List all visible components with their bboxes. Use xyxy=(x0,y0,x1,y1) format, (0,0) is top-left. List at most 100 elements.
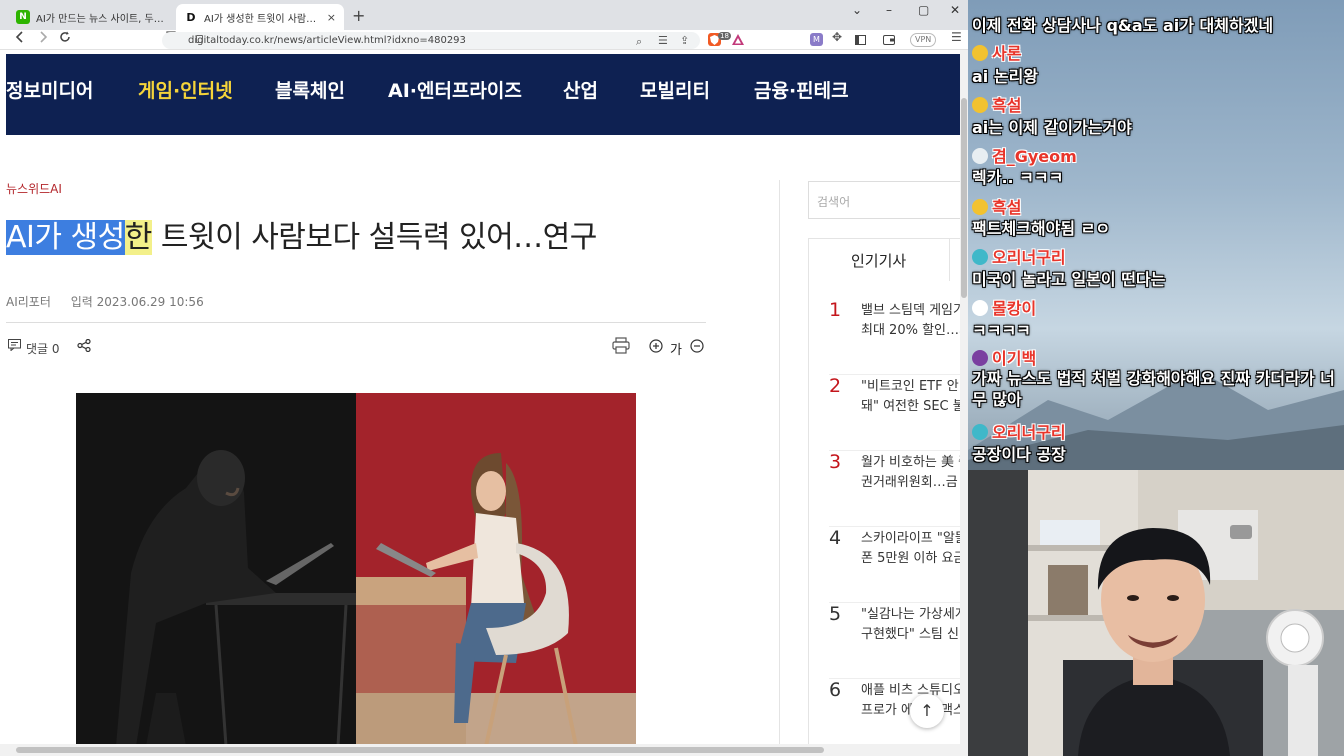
headline-highlighted-text: 한 xyxy=(124,220,152,255)
zoom-icon[interactable]: ⌕ xyxy=(636,33,642,50)
chat-avatar-icon xyxy=(972,300,988,316)
naver-favicon-icon: N xyxy=(16,10,30,24)
popular-item-title: "실감나는 가상세계 구현했다" 스팀 신 xyxy=(861,607,967,642)
nav-item-finance-fintech[interactable]: 금융·핀테크 xyxy=(754,76,849,103)
popular-item-title: 밸브 스팀덱 게임기 최대 20% 할인…가 xyxy=(861,303,968,338)
forward-icon[interactable] xyxy=(37,31,49,47)
divider xyxy=(6,322,706,323)
scroll-to-top-button[interactable]: ↑ xyxy=(910,694,944,728)
maximize-button[interactable]: ▢ xyxy=(918,3,929,17)
article-category[interactable]: 뉴스위드AI xyxy=(6,180,62,197)
share-icon[interactable]: ⇪ xyxy=(680,32,689,49)
rank-number: 1 xyxy=(829,299,842,321)
column-divider xyxy=(779,180,780,746)
chat-avatar-icon xyxy=(972,148,988,164)
chat-avatar-icon xyxy=(972,424,988,440)
popular-item[interactable]: 3 월가 비호하는 美 증 권거래위원회…금 xyxy=(809,451,968,527)
site-navigation: 정보미디어 게임·인터넷 블록체인 AI·엔터프라이즈 산업 모빌리티 금융·핀… xyxy=(6,54,960,135)
chat-avatar-icon xyxy=(972,350,988,366)
chat-username: 이기백 xyxy=(972,345,1036,369)
reporter-name[interactable]: AI리포터 xyxy=(6,295,51,309)
popular-item[interactable]: 4 스카이라이프 "알뜰 폰 5만원 이하 요금 xyxy=(809,527,968,603)
close-tab-icon[interactable]: × xyxy=(327,11,336,24)
chat-avatar-icon xyxy=(972,249,988,265)
vpn-label: VPN xyxy=(915,35,932,44)
popular-item[interactable]: 2 "비트코인 ETF 안 돼" 여전한 SEC 불 xyxy=(809,375,968,451)
vertical-scrollbar[interactable] xyxy=(960,50,968,756)
nav-item-info-media[interactable]: 정보미디어 xyxy=(6,76,93,103)
scrollbar-thumb[interactable] xyxy=(16,747,824,753)
comment-icon[interactable] xyxy=(8,339,21,354)
search-input[interactable]: 검색어 xyxy=(808,181,968,219)
new-tab-button[interactable]: + xyxy=(352,6,365,25)
address-bar[interactable]: digitaltoday.co.kr/news/articleView.html… xyxy=(162,32,700,49)
article-headline: AI가 생성한 트윗이 사람보다 설득력 있어…연구 xyxy=(6,212,597,256)
chat-username: 몰캉이 xyxy=(972,295,1036,319)
rank-number: 5 xyxy=(829,603,842,625)
menu-icon[interactable]: ☰ xyxy=(951,30,962,44)
rank-number: 3 xyxy=(829,451,842,473)
vpn-button[interactable]: VPN xyxy=(910,33,937,47)
back-icon[interactable] xyxy=(14,31,26,47)
popular-item[interactable]: 1 밸브 스팀덱 게임기 최대 20% 할인…가 xyxy=(809,299,968,375)
popular-item-title: 스카이라이프 "알뜰 폰 5만원 이하 요금 xyxy=(861,531,967,566)
nav-item-mobility[interactable]: 모빌리티 xyxy=(640,76,710,103)
article-tools: 댓글 0 가 xyxy=(6,337,706,358)
popular-title[interactable]: 인기기사 xyxy=(851,250,906,271)
horizontal-scrollbar[interactable] xyxy=(0,744,960,756)
extensions-puzzle-icon[interactable]: ✥ xyxy=(832,30,842,44)
lock-icon xyxy=(196,35,203,43)
nav-item-game-internet[interactable]: 게임·인터넷 xyxy=(138,76,233,103)
headline-rest-text: 트윗이 사람보다 설득력 있어…연구 xyxy=(151,220,598,255)
chat-message-text: ㅋㅋㅋㅋ xyxy=(972,321,1031,340)
share-icon[interactable] xyxy=(77,338,91,355)
browser-window: N AI가 만드는 뉴스 사이트, 두달 새 5배 D AI가 생성한 트윗이 … xyxy=(0,0,968,756)
wallet-icon[interactable] xyxy=(882,33,895,46)
brave-shield-badge: 18 xyxy=(718,32,731,40)
tab-separator xyxy=(949,239,950,281)
chat-username: 사론 xyxy=(972,40,1021,64)
tab-title: AI가 생성한 트윗이 사람보다 설득력 xyxy=(204,13,323,25)
nav-item-industry[interactable]: 산업 xyxy=(563,76,598,103)
font-decrease-icon[interactable] xyxy=(690,339,704,356)
tab-ai-news-site[interactable]: N AI가 만드는 뉴스 사이트, 두달 새 5배 xyxy=(8,4,174,30)
font-increase-icon[interactable] xyxy=(649,339,663,356)
reader-mode-icon[interactable]: ☰ xyxy=(658,32,668,49)
article-byline: AI리포터 입력 2023.06.29 10:56 xyxy=(6,293,204,310)
rank-number: 2 xyxy=(829,375,842,397)
tab-title: AI가 만드는 뉴스 사이트, 두달 새 5배 xyxy=(36,13,166,25)
popular-item[interactable]: 5 "실감나는 가상세계 구현했다" 스팀 신 xyxy=(809,603,968,679)
chat-avatar-icon xyxy=(972,45,988,61)
headline-selected-text: AI가 생성 xyxy=(6,220,125,255)
digitaltoday-favicon-icon: D xyxy=(186,10,196,24)
publish-date: 입력 2023.06.29 10:56 xyxy=(70,295,204,309)
scrollbar-thumb[interactable] xyxy=(961,98,967,298)
popular-item-title: 월가 비호하는 美 증 권거래위원회…금 xyxy=(861,455,968,490)
tab-ai-tweets-article[interactable]: D AI가 생성한 트윗이 사람보다 설득력 × xyxy=(176,4,344,30)
brave-rewards-icon[interactable] xyxy=(731,33,744,46)
chat-message-text: ai 논리왕 xyxy=(972,67,1039,86)
rank-number: 6 xyxy=(829,679,842,701)
reload-icon[interactable] xyxy=(59,31,71,47)
close-window-button[interactable]: ✕ xyxy=(950,3,960,17)
chat-username: 흑설 xyxy=(972,92,1021,116)
article-photo xyxy=(76,393,636,746)
sidebar-toggle-icon[interactable] xyxy=(854,33,867,46)
chat-avatar-icon xyxy=(972,199,988,215)
popular-item-title: "비트코인 ETF 안 돼" 여전한 SEC 불 xyxy=(861,379,965,414)
extension-m-icon[interactable]: M xyxy=(810,33,823,46)
chat-avatar-icon xyxy=(972,97,988,113)
nav-item-blockchain[interactable]: 블록체인 xyxy=(275,76,345,103)
print-icon[interactable] xyxy=(612,337,630,357)
tab-search-button[interactable]: ⌄ xyxy=(852,3,862,17)
comment-count[interactable]: 댓글 0 xyxy=(26,340,60,357)
minimize-button[interactable]: – xyxy=(886,3,892,17)
webcam-feed xyxy=(968,470,1344,756)
chat-message-text: 미국이 놀라고 일본이 떤다는 xyxy=(972,270,1166,289)
chat-message-text: 가짜 뉴스도 법적 처벌 강화해야해요 진짜 카더라가 너무 많아 xyxy=(972,369,1335,409)
search-placeholder: 검색어 xyxy=(817,195,851,209)
browser-toolbar: digitaltoday.co.kr/news/articleView.html… xyxy=(0,30,968,50)
nav-item-ai-enterprise[interactable]: AI·엔터프라이즈 xyxy=(388,76,522,103)
popular-articles: 인기기사 1 밸브 스팀덱 게임기 최대 20% 할인…가 2 "비트코인 ETF… xyxy=(808,238,968,746)
chat-message-text: ai는 이제 같이가는거야 xyxy=(972,118,1132,137)
